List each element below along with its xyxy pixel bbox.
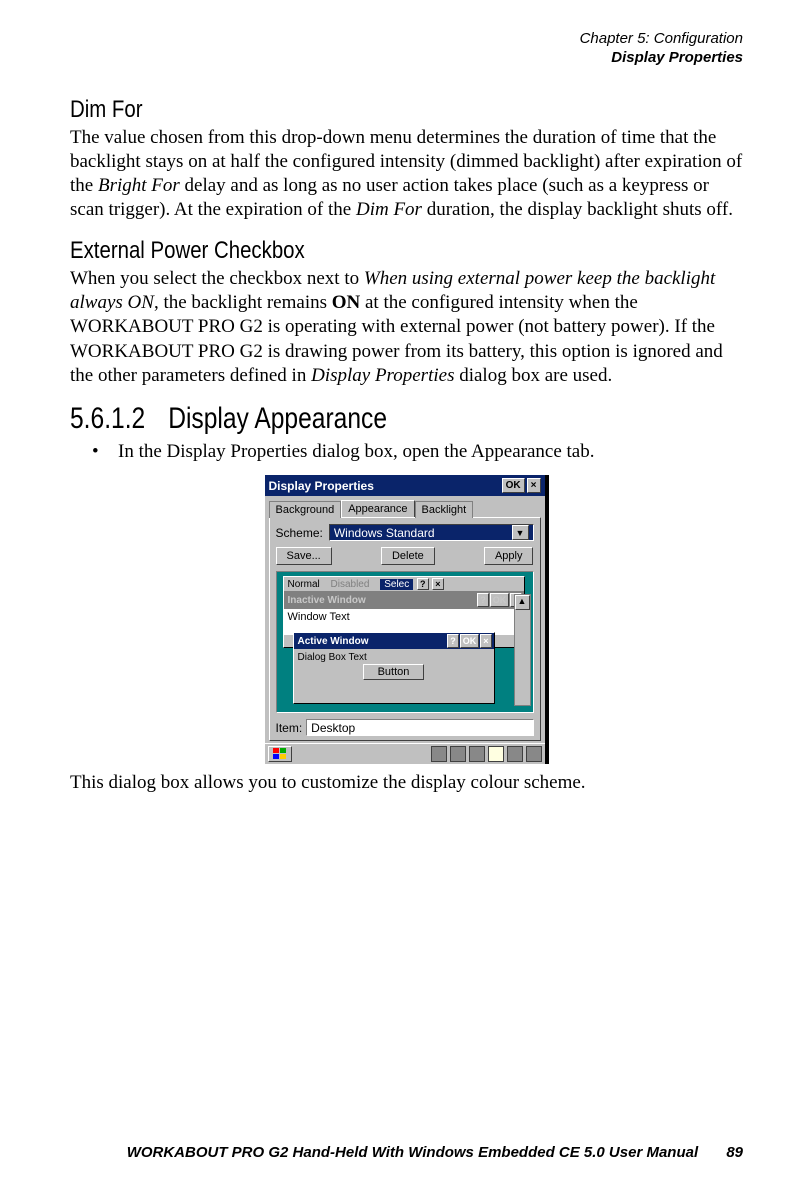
heading-display-appearance: 5.6.1.2Display Appearance bbox=[70, 402, 622, 436]
item-label: Item: bbox=[276, 721, 303, 735]
tab-strip: Background Appearance Backlight bbox=[269, 500, 541, 517]
dropdown-arrow-icon[interactable]: ▼ bbox=[512, 525, 529, 540]
tray-pen-icon[interactable] bbox=[526, 746, 542, 762]
tab-background[interactable]: Background bbox=[269, 501, 342, 518]
dialog-title: Display Properties bbox=[269, 479, 500, 493]
delete-button[interactable]: Delete bbox=[381, 547, 435, 565]
apply-button[interactable]: Apply bbox=[484, 547, 534, 565]
page-number: 89 bbox=[726, 1144, 743, 1161]
tray-icon[interactable] bbox=[469, 746, 485, 762]
instruction-list: In the Display Properties dialog box, op… bbox=[70, 440, 743, 465]
header-chapter: Chapter 5: Configuration bbox=[70, 30, 743, 49]
header-section: Display Properties bbox=[70, 49, 743, 68]
ok-icon: OK bbox=[460, 634, 480, 648]
tray-icon[interactable] bbox=[507, 746, 523, 762]
dialog-close-button[interactable]: × bbox=[527, 478, 541, 493]
close-icon: × bbox=[480, 634, 491, 648]
item-value: Desktop bbox=[311, 721, 355, 735]
para-external-power: When you select the checkbox next to Whe… bbox=[70, 267, 743, 389]
page-footer: WORKABOUT PRO G2 Hand-Held With Windows … bbox=[127, 1144, 743, 1161]
preview-menu: Normal Disabled Selec ? × bbox=[284, 577, 524, 592]
scheme-label: Scheme: bbox=[276, 526, 323, 540]
scheme-combo[interactable]: Windows Standard ▼ bbox=[329, 524, 534, 541]
help-icon: ? bbox=[447, 634, 459, 648]
close-icon: × bbox=[432, 578, 443, 590]
dialog-box-text: Dialog Box Text bbox=[294, 649, 494, 664]
para-dim-for: The value chosen from this drop-down men… bbox=[70, 126, 743, 223]
running-header: Chapter 5: Configuration Display Propert… bbox=[70, 30, 743, 68]
preview-button: Button bbox=[363, 664, 425, 680]
ok-icon: OK bbox=[490, 593, 510, 607]
system-tray bbox=[431, 746, 542, 762]
tray-note-icon[interactable] bbox=[488, 746, 504, 762]
tab-appearance[interactable]: Appearance bbox=[341, 500, 414, 517]
scheme-value: Windows Standard bbox=[334, 526, 435, 540]
taskbar bbox=[265, 743, 545, 764]
display-properties-dialog: Display Properties OK × Background Appea… bbox=[265, 475, 549, 764]
footer-text: WORKABOUT PRO G2 Hand-Held With Windows … bbox=[127, 1144, 698, 1161]
dialog-titlebar[interactable]: Display Properties OK × bbox=[265, 475, 545, 496]
windows-logo-icon bbox=[273, 748, 287, 760]
scroll-up-icon: ▲ bbox=[515, 595, 530, 610]
preview-area: Normal Disabled Selec ? × Inactive Windo… bbox=[276, 571, 534, 713]
save-button[interactable]: Save... bbox=[276, 547, 332, 565]
para-after-figure: This dialog box allows you to customize … bbox=[70, 771, 743, 795]
item-combo[interactable]: Desktop bbox=[306, 719, 533, 736]
dialog-ok-button[interactable]: OK bbox=[502, 478, 525, 493]
heading-external-power: External Power Checkbox bbox=[70, 237, 642, 265]
help-icon: ? bbox=[477, 593, 489, 607]
preview-active-window: Active Window ? OK × Dialog Box Text But… bbox=[293, 632, 495, 704]
tray-icon[interactable] bbox=[450, 746, 466, 762]
heading-dim-for: Dim For bbox=[70, 96, 642, 124]
tray-icon[interactable] bbox=[431, 746, 447, 762]
tab-pane-appearance: Scheme: Windows Standard ▼ Save... Delet… bbox=[269, 517, 541, 741]
window-text-area: Window Text bbox=[284, 608, 524, 635]
instruction-item: In the Display Properties dialog box, op… bbox=[70, 440, 743, 465]
tab-backlight[interactable]: Backlight bbox=[415, 501, 474, 518]
start-button[interactable] bbox=[268, 746, 292, 762]
help-icon: ? bbox=[417, 578, 429, 590]
preview-scrollbar: ▲ bbox=[514, 594, 531, 706]
active-window-title: Active Window bbox=[296, 636, 447, 647]
inactive-window-title: Inactive Window bbox=[286, 595, 477, 606]
